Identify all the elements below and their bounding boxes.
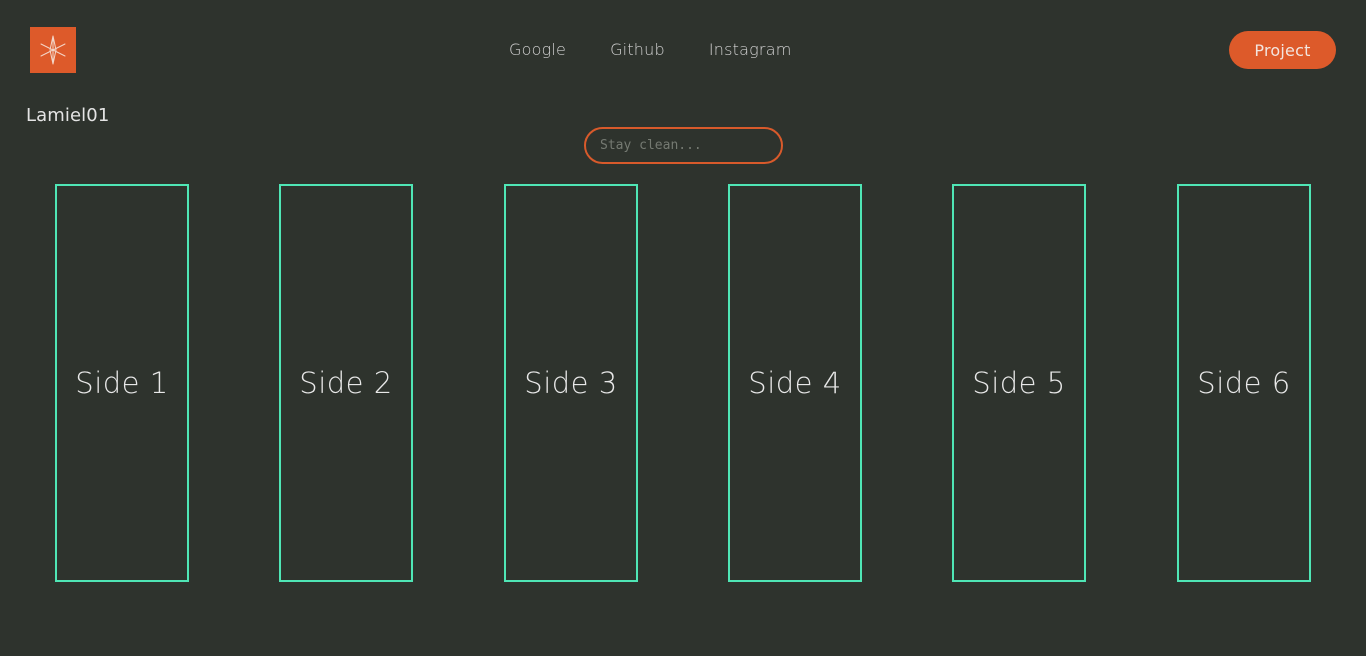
nav-link-github[interactable]: Github <box>610 38 665 62</box>
logo[interactable] <box>30 27 76 73</box>
site-name: Lamiel01 <box>26 105 110 126</box>
header: Google Github Instagram Project <box>0 0 1366 100</box>
search-box <box>584 127 783 164</box>
nav-link-google[interactable]: Google <box>509 38 566 62</box>
nav-links: Google Github Instagram <box>509 38 792 62</box>
side-card-3[interactable]: Side 3 <box>504 184 638 582</box>
star-compass-icon <box>40 35 66 65</box>
side-label: Side 6 <box>1197 366 1291 400</box>
project-button[interactable]: Project <box>1229 31 1336 69</box>
side-label: Side 5 <box>972 366 1066 400</box>
side-label: Side 4 <box>748 366 842 400</box>
search-input[interactable] <box>584 127 783 164</box>
nav-link-instagram[interactable]: Instagram <box>709 38 792 62</box>
side-label: Side 2 <box>299 366 393 400</box>
side-card-2[interactable]: Side 2 <box>279 184 413 582</box>
side-panels: Side 1 Side 2 Side 3 Side 4 Side 5 Side … <box>0 184 1366 582</box>
side-card-5[interactable]: Side 5 <box>952 184 1086 582</box>
side-label: Side 1 <box>75 366 169 400</box>
side-card-4[interactable]: Side 4 <box>728 184 862 582</box>
side-card-6[interactable]: Side 6 <box>1177 184 1311 582</box>
side-card-1[interactable]: Side 1 <box>55 184 189 582</box>
side-label: Side 3 <box>524 366 618 400</box>
